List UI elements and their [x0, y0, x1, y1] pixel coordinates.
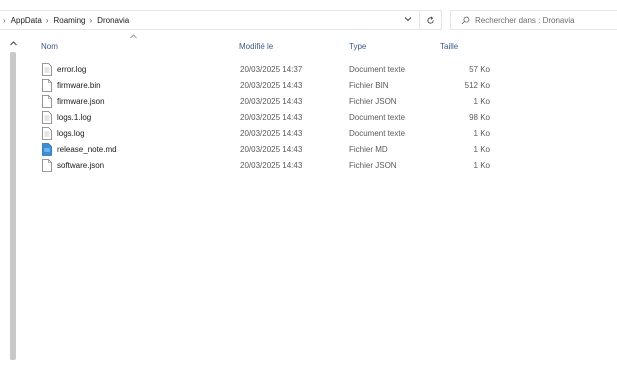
file-icon	[42, 95, 52, 108]
file-type: Fichier BIN	[349, 81, 389, 90]
sort-ascending-chevron-icon	[130, 34, 137, 39]
file-size: 1 Ko	[473, 161, 490, 170]
file-size: 57 Ko	[469, 65, 490, 74]
column-header-size[interactable]: Taille	[440, 42, 458, 51]
file-row[interactable]: firmware.json 20/03/2025 14:43 Fichier J…	[0, 94, 617, 110]
chevron-down-icon	[404, 17, 412, 22]
file-type: Document texte	[349, 113, 406, 122]
breadcrumb-separator-icon[interactable]: ›	[46, 16, 49, 25]
search-input[interactable]	[475, 15, 605, 25]
breadcrumb-item-dronavia[interactable]: Dronavia	[97, 16, 129, 25]
file-size: 1 Ko	[473, 129, 490, 138]
refresh-icon	[427, 16, 434, 24]
file-type: Fichier MD	[349, 145, 388, 154]
file-row[interactable]: firmware.bin 20/03/2025 14:43 Fichier BI…	[0, 78, 617, 94]
file-modified: 20/03/2025 14:43	[240, 161, 303, 170]
file-name: logs.log	[57, 129, 85, 138]
file-name: release_note.md	[57, 145, 117, 154]
document-icon	[42, 111, 52, 124]
address-history-dropdown-button[interactable]	[400, 12, 416, 26]
file-name: error.log	[57, 65, 87, 74]
file-modified: 20/03/2025 14:43	[240, 145, 303, 154]
file-size: 512 Ko	[464, 81, 490, 90]
file-row[interactable]: logs.1.log 20/03/2025 14:43 Document tex…	[0, 110, 617, 126]
file-name: firmware.bin	[57, 81, 101, 90]
file-modified: 20/03/2025 14:43	[240, 97, 303, 106]
breadcrumb-item-appdata[interactable]: AppData	[11, 16, 42, 25]
file-name: software.json	[57, 161, 105, 170]
file-type: Document texte	[349, 65, 406, 74]
file-type: Document texte	[349, 129, 406, 138]
file-size: 98 Ko	[469, 113, 490, 122]
search-icon	[461, 16, 470, 24]
file-row[interactable]: release_note.md 20/03/2025 14:43 Fichier…	[0, 142, 617, 158]
file-modified: 20/03/2025 14:43	[240, 113, 303, 122]
scrollbar-up-button[interactable]	[8, 38, 18, 48]
document-icon	[42, 63, 52, 76]
file-modified: 20/03/2025 14:43	[240, 129, 303, 138]
file-size: 1 Ko	[473, 97, 490, 106]
file-name: firmware.json	[57, 97, 105, 106]
breadcrumb[interactable]: › AppData › Roaming › Dronavia	[0, 10, 420, 30]
search-box[interactable]	[450, 10, 617, 30]
file-row[interactable]: error.log 20/03/2025 14:37 Document text…	[0, 62, 617, 78]
file-row[interactable]: logs.log 20/03/2025 14:43 Document texte…	[0, 126, 617, 142]
column-header-name[interactable]: Nom	[41, 42, 58, 51]
file-icon	[42, 159, 52, 172]
file-type: Fichier JSON	[349, 161, 397, 170]
file-name: logs.1.log	[57, 113, 92, 122]
breadcrumb-item-roaming[interactable]: Roaming	[53, 16, 85, 25]
file-icon	[42, 79, 52, 92]
address-bar-row: › AppData › Roaming › Dronavia	[0, 8, 617, 34]
chevron-up-icon	[9, 40, 17, 45]
file-modified: 20/03/2025 14:43	[240, 81, 303, 90]
breadcrumb-separator-icon[interactable]: ›	[90, 16, 93, 25]
file-list: error.log 20/03/2025 14:37 Document text…	[0, 62, 617, 174]
breadcrumb-overflow-chevron-icon[interactable]: ›	[3, 16, 6, 25]
file-modified: 20/03/2025 14:37	[240, 65, 303, 74]
column-header-type[interactable]: Type	[349, 42, 366, 51]
file-type: Fichier JSON	[349, 97, 397, 106]
markdown-icon	[42, 143, 52, 156]
column-header-modified[interactable]: Modifié le	[239, 42, 273, 51]
file-row[interactable]: software.json 20/03/2025 14:43 Fichier J…	[0, 158, 617, 174]
file-size: 1 Ko	[473, 145, 490, 154]
refresh-button[interactable]	[420, 10, 442, 30]
document-icon	[42, 127, 52, 140]
